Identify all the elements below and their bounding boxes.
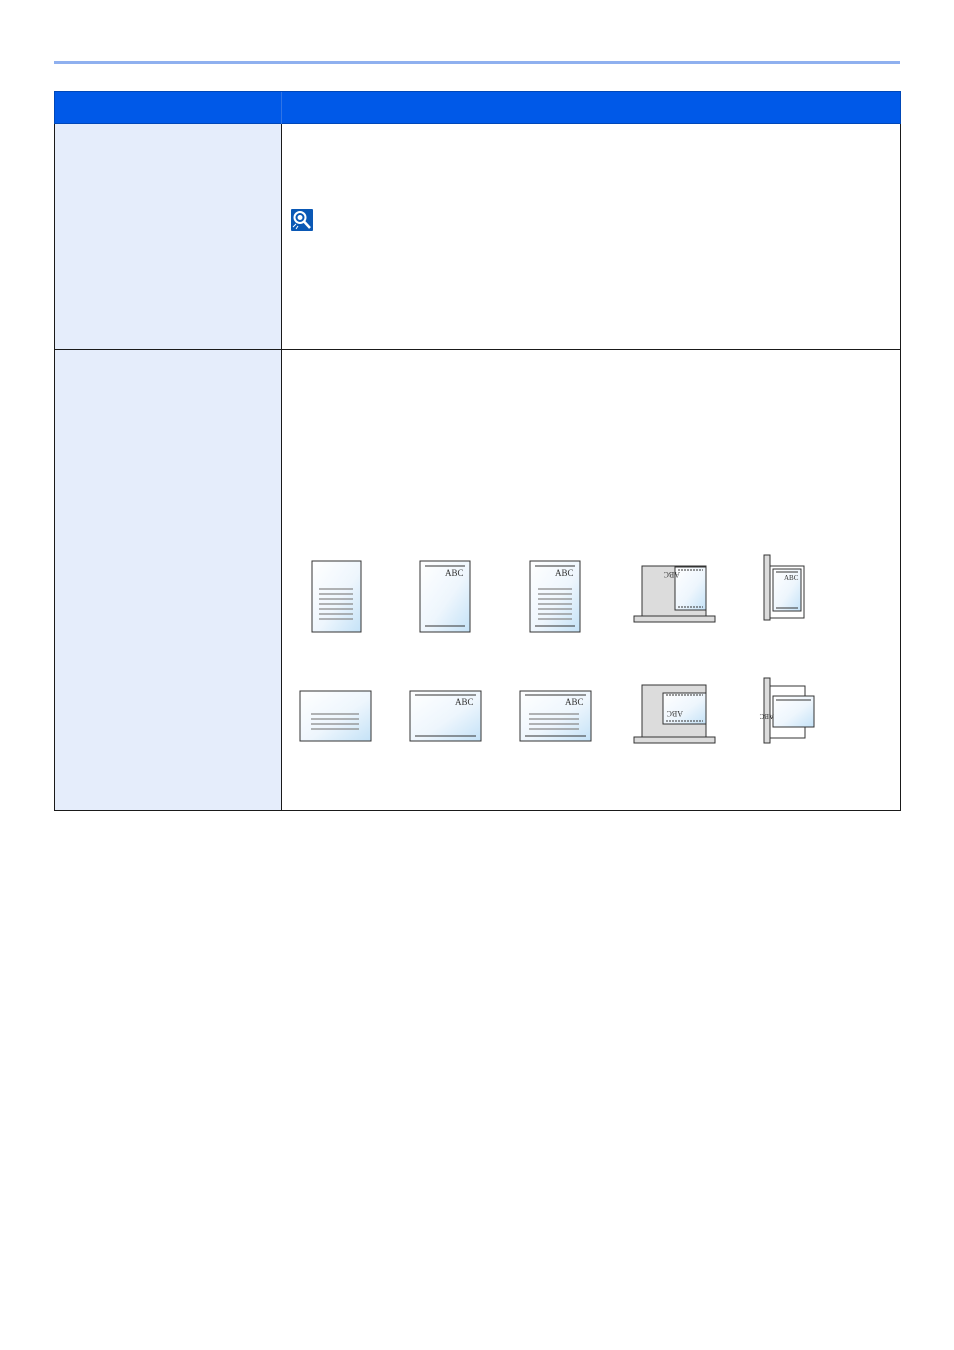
sample-text: ABC (667, 709, 683, 718)
row-label-cell (55, 350, 282, 810)
row-description-cell: ABC ABC ABC ABC ABC ABC ABC ABC (282, 350, 900, 810)
row-label-cell (55, 124, 282, 349)
sample-text: ABC (565, 697, 584, 707)
landscape-platen-placement-icon: ABC (633, 684, 716, 744)
portrait-document-processor-icon: ABC (763, 554, 805, 621)
table-header (54, 91, 901, 125)
sample-text: ABC (759, 712, 774, 720)
landscape-header-footer-icon: ABC (409, 690, 482, 742)
top-rule (54, 61, 900, 64)
sample-text: ABC (445, 568, 464, 578)
orientation-illustrations: ABC ABC ABC ABC ABC ABC ABC ABC (299, 554, 815, 744)
row-description-cell (282, 124, 900, 349)
portrait-header-text-footer-icon: ABC (529, 560, 581, 633)
landscape-header-text-footer-icon: ABC (519, 690, 592, 742)
portrait-text-lines-icon (311, 560, 362, 633)
sample-text: ABC (664, 570, 680, 579)
sample-text: ABC (784, 574, 799, 582)
portrait-platen-placement-icon: ABC (633, 565, 716, 623)
settings-table: ABC ABC ABC ABC ABC ABC ABC ABC (54, 91, 901, 811)
landscape-document-processor-icon: ABC (759, 677, 815, 744)
sample-text: ABC (455, 697, 474, 707)
portrait-header-footer-icon: ABC (419, 560, 471, 633)
note-magnifier-icon (291, 209, 313, 231)
table-row (54, 124, 901, 350)
landscape-text-lines-icon (299, 690, 372, 742)
header-divider (281, 92, 282, 125)
table-row: ABC ABC ABC ABC ABC ABC ABC ABC (54, 350, 901, 811)
sample-text: ABC (555, 568, 574, 578)
